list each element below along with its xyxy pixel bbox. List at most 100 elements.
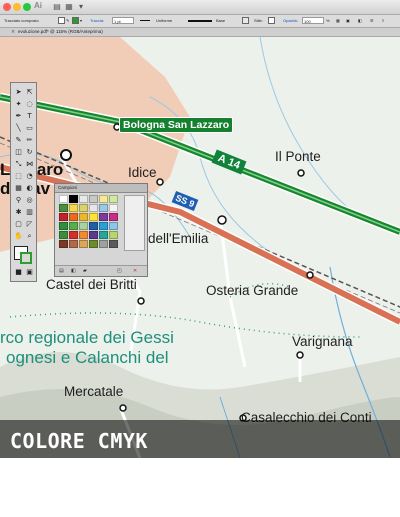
lasso-tool-icon[interactable]: ◌: [24, 99, 35, 110]
stroke-weight-field[interactable]: 1 pt: [112, 17, 134, 24]
town-label-osteria-grande: Osteria Grande: [206, 283, 299, 298]
color-swatch[interactable]: [109, 204, 118, 212]
color-swatch[interactable]: [79, 231, 88, 239]
color-swatch[interactable]: [79, 213, 88, 221]
color-swatch[interactable]: [59, 231, 68, 239]
pen-tool-icon[interactable]: ✒: [13, 111, 24, 122]
screen-mode-icon[interactable]: ▣: [24, 267, 35, 278]
color-swatch[interactable]: [89, 222, 98, 230]
color-swatch[interactable]: [89, 231, 98, 239]
stroke-swatch[interactable]: [72, 17, 79, 24]
opacity-field[interactable]: 100: [302, 17, 324, 24]
color-swatch[interactable]: [89, 204, 98, 212]
swatch-list[interactable]: [124, 195, 145, 251]
swatch-options-icon[interactable]: ◧: [71, 268, 76, 274]
color-swatch[interactable]: [99, 222, 108, 230]
slice-tool-icon[interactable]: ◸: [24, 219, 35, 230]
transform-icon[interactable]: ▣: [346, 18, 350, 24]
color-swatch[interactable]: [89, 213, 98, 221]
rectangle-tool-icon[interactable]: ▭: [24, 123, 35, 134]
free-transform-tool-icon[interactable]: ⬚: [13, 171, 24, 182]
line-tool-icon[interactable]: ╲: [13, 123, 24, 134]
color-mode-icon[interactable]: ■: [13, 267, 24, 278]
fill-swatch[interactable]: [58, 17, 65, 24]
color-swatch[interactable]: [59, 213, 68, 221]
profile-select[interactable]: Uniforme: [156, 18, 172, 24]
color-swatch[interactable]: [89, 195, 98, 203]
color-swatch[interactable]: [109, 222, 118, 230]
rotate-tool-icon[interactable]: ↻: [24, 147, 35, 158]
eyedropper-tool-icon[interactable]: ⚲: [13, 195, 24, 206]
new-swatch-icon[interactable]: ◰: [117, 268, 122, 274]
bridge-icon[interactable]: ▤: [52, 2, 62, 11]
color-swatch[interactable]: [69, 240, 78, 248]
minimize-window-button[interactable]: [13, 3, 21, 11]
paintbrush-tool-icon[interactable]: ✎: [13, 135, 24, 146]
style-swatch[interactable]: [268, 17, 275, 24]
direct-selection-tool-icon[interactable]: ⇱: [24, 87, 35, 98]
color-swatch[interactable]: [99, 204, 108, 212]
color-swatch[interactable]: [69, 213, 78, 221]
zoom-tool-icon[interactable]: ⌕: [24, 231, 35, 242]
close-tab-icon[interactable]: ×: [11, 29, 15, 35]
delete-swatch-icon[interactable]: ✕: [133, 268, 137, 274]
scale-tool-icon[interactable]: ⤡: [13, 159, 24, 170]
artboard-tool-icon[interactable]: ▢: [13, 219, 24, 230]
zoom-window-button[interactable]: [23, 3, 31, 11]
color-swatch[interactable]: [109, 231, 118, 239]
align-icon[interactable]: ▦: [336, 18, 340, 24]
width-tool-icon[interactable]: ⋈: [24, 159, 35, 170]
swatches-panel-header[interactable]: Campioni: [55, 184, 147, 193]
mesh-tool-icon[interactable]: ▦: [13, 183, 24, 194]
color-swatch[interactable]: [109, 213, 118, 221]
color-swatch[interactable]: [59, 204, 68, 212]
magic-wand-tool-icon[interactable]: ✦: [13, 99, 24, 110]
graph-tool-icon[interactable]: ▥: [24, 207, 35, 218]
pen-icon[interactable]: ✎: [66, 18, 69, 24]
brush-select[interactable]: Base: [216, 18, 225, 24]
color-swatch[interactable]: [99, 231, 108, 239]
blend-tool-icon[interactable]: ◎: [24, 195, 35, 206]
appearance-icon[interactable]: [242, 17, 249, 24]
color-swatch[interactable]: [99, 195, 108, 203]
swatch-library-icon[interactable]: ▤: [59, 268, 64, 274]
isolate-icon[interactable]: ◧: [358, 18, 362, 24]
color-swatch[interactable]: [79, 204, 88, 212]
pencil-tool-icon[interactable]: ✏: [24, 135, 35, 146]
color-swatch[interactable]: [79, 195, 88, 203]
color-swatch[interactable]: [99, 240, 108, 248]
gradient-tool-icon[interactable]: ◐: [24, 183, 35, 194]
color-swatch[interactable]: [79, 222, 88, 230]
color-swatch[interactable]: [59, 240, 68, 248]
color-swatch[interactable]: [109, 240, 118, 248]
town-label-castel-dei-britti: Castel dei Britti: [46, 277, 137, 292]
distribute-icon[interactable]: ☰: [370, 18, 374, 24]
color-swatch[interactable]: [79, 240, 88, 248]
color-swatch[interactable]: [69, 222, 78, 230]
symbol-sprayer-tool-icon[interactable]: ✱: [13, 207, 24, 218]
view-options-icon[interactable]: ▾: [76, 2, 86, 11]
eraser-tool-icon[interactable]: ◫: [13, 147, 24, 158]
color-swatch[interactable]: [109, 195, 118, 203]
panel-menu-icon[interactable]: ≡: [382, 18, 384, 24]
document-tab[interactable]: evoluzione.pdf* @ 115% (RGB/Anteprima): [18, 29, 103, 34]
color-swatch[interactable]: [89, 240, 98, 248]
color-swatch[interactable]: [69, 195, 78, 203]
shape-builder-tool-icon[interactable]: ◔: [24, 171, 35, 182]
hand-tool-icon[interactable]: ✋: [13, 231, 24, 242]
color-swatch[interactable]: [59, 222, 68, 230]
close-window-button[interactable]: [3, 3, 11, 11]
stroke-label[interactable]: Traccia:: [90, 18, 104, 24]
fill-stroke-selector[interactable]: [14, 246, 32, 264]
new-color-group-icon[interactable]: ▰: [83, 268, 87, 274]
color-swatch[interactable]: [69, 204, 78, 212]
type-tool-icon[interactable]: T: [24, 111, 35, 122]
selection-tool-icon[interactable]: ➤: [13, 87, 24, 98]
stroke-options-icon[interactable]: ▾: [80, 18, 82, 24]
stroke-color-box[interactable]: [20, 252, 32, 264]
color-swatch[interactable]: [99, 213, 108, 221]
color-swatch[interactable]: [69, 231, 78, 239]
opacity-label[interactable]: Opacità:: [283, 18, 298, 24]
arrange-documents-icon[interactable]: ▦: [64, 2, 74, 11]
color-swatch[interactable]: [59, 195, 68, 203]
